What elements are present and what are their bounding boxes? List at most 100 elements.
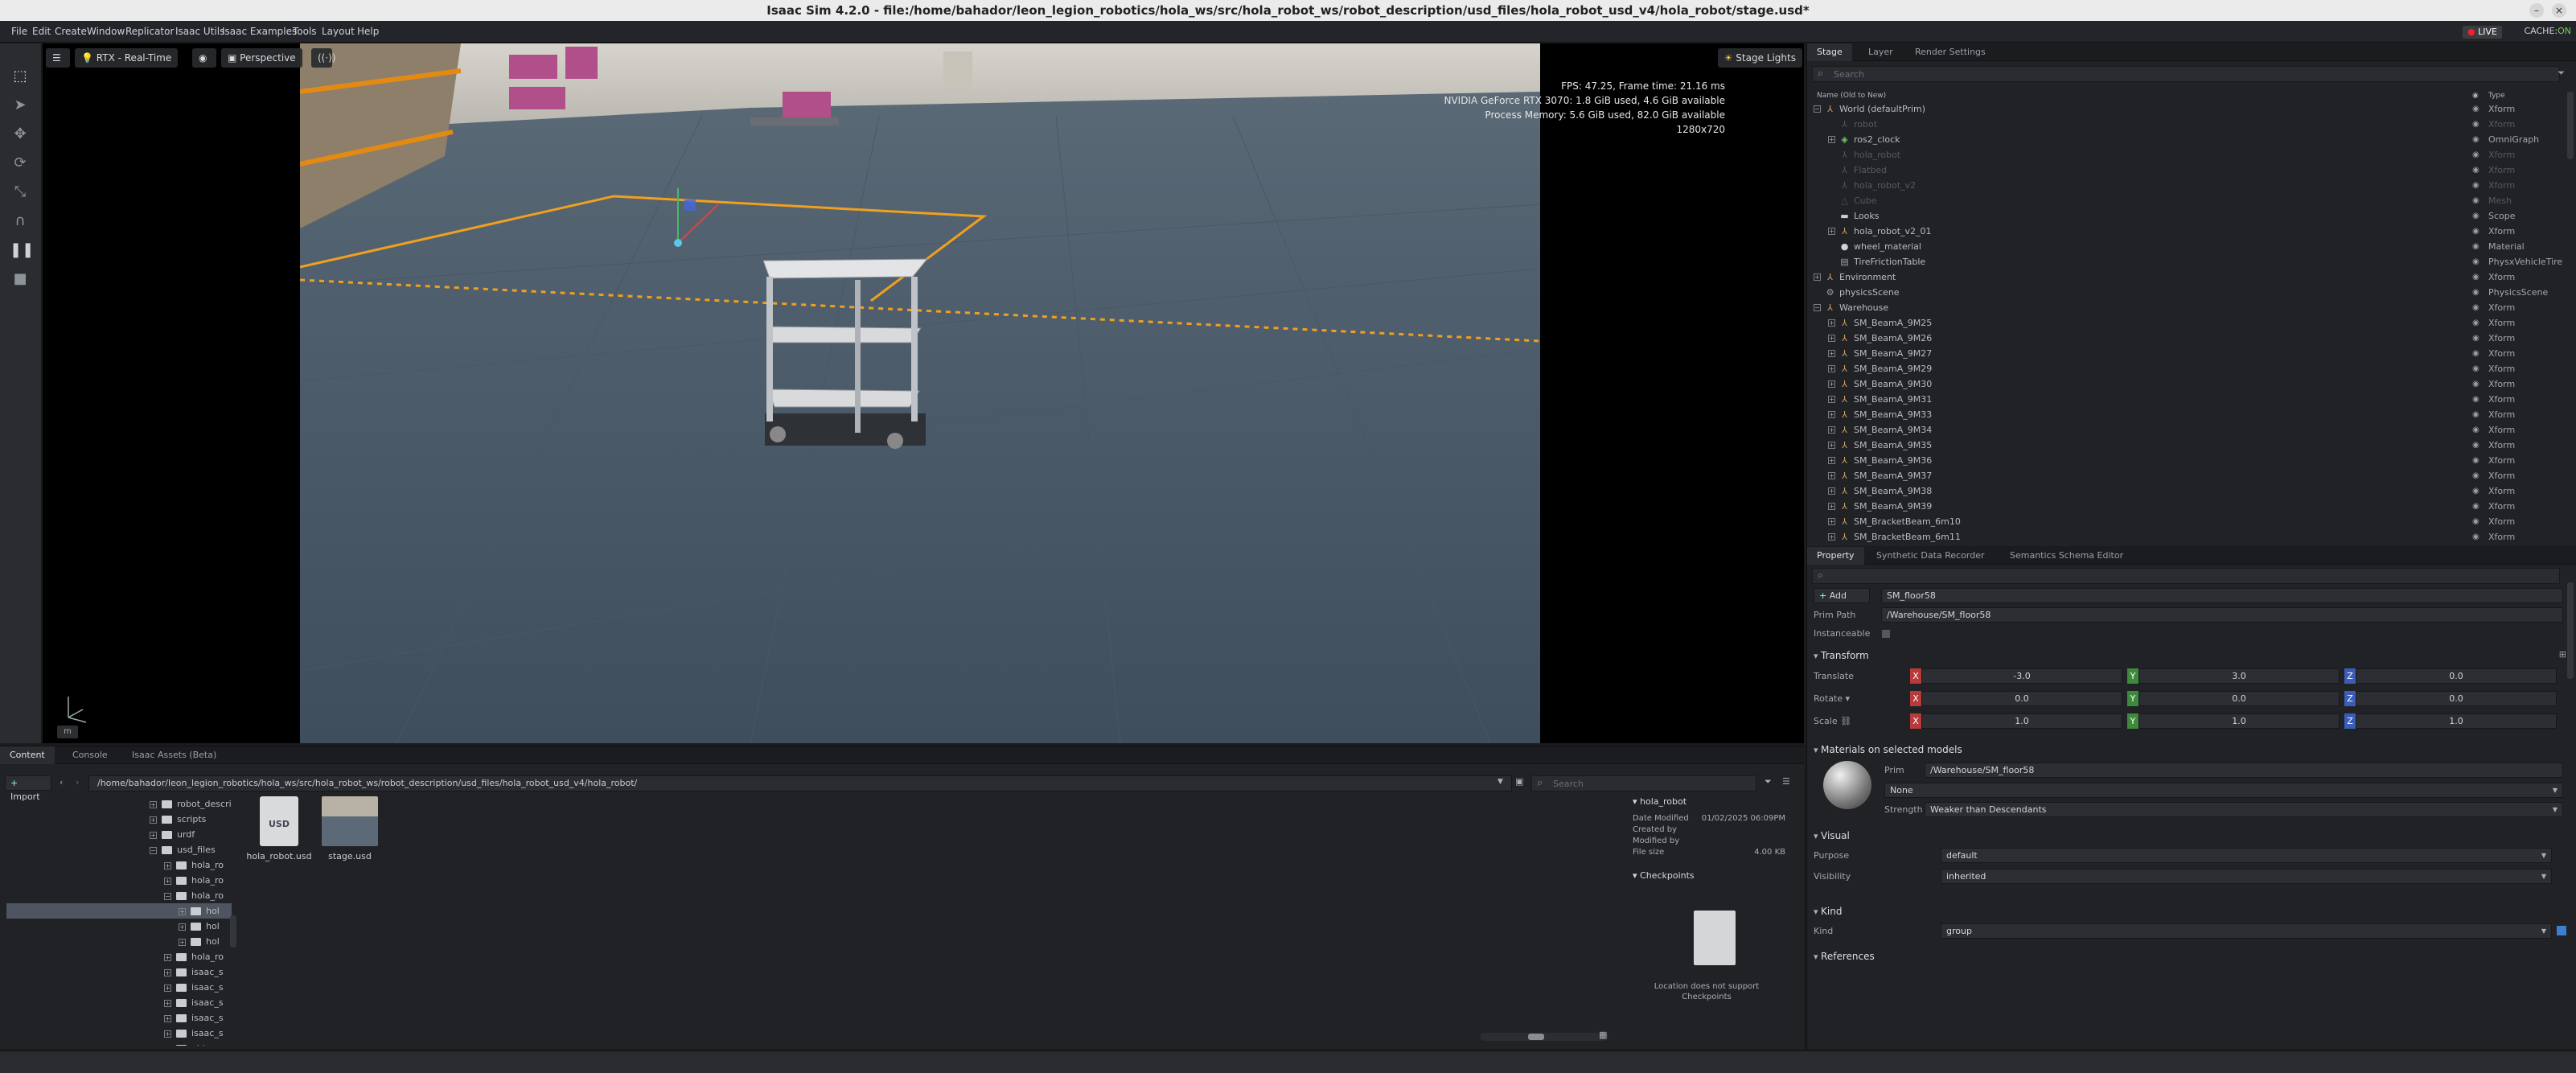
visibility-eye-icon[interactable]: ◉ bbox=[2472, 101, 2479, 117]
visibility-eye-icon[interactable]: ◉ bbox=[2472, 361, 2479, 376]
visibility-eye-icon[interactable]: ◉ bbox=[2472, 529, 2479, 542]
col-type[interactable]: Type bbox=[2488, 92, 2505, 100]
filter-icon[interactable]: ⏷ bbox=[2558, 68, 2565, 79]
stage-row[interactable]: − ⅄ World (defaultPrim) ◉ Xform bbox=[1807, 101, 2563, 117]
property-search-input[interactable]: ⌕ bbox=[1812, 568, 2560, 584]
expand-icon[interactable]: + bbox=[1828, 457, 1835, 464]
expand-icon[interactable]: + bbox=[1828, 380, 1835, 388]
stage-row[interactable]: ⅄ Flatbed ◉ Xform bbox=[1807, 162, 2563, 178]
translate-z-field[interactable]: 0.0 bbox=[2356, 668, 2557, 684]
kind-dropdown[interactable]: group bbox=[1941, 923, 2552, 939]
folder-tree-item[interactable]: + isaac_s bbox=[164, 1010, 224, 1026]
visibility-eye-icon[interactable]: ◉ bbox=[2472, 285, 2479, 300]
expand-icon[interactable]: + bbox=[164, 1014, 171, 1022]
folder-tree-item[interactable]: + robot_descri bbox=[150, 796, 232, 812]
translate-x-field[interactable]: -3.0 bbox=[1921, 668, 2122, 684]
link-icon[interactable]: ⛓ bbox=[1840, 716, 1851, 726]
expand-icon[interactable]: + bbox=[1828, 442, 1835, 449]
menu-layout[interactable]: Layout bbox=[322, 26, 355, 37]
move-tool-icon[interactable]: ✥ bbox=[10, 124, 31, 145]
snap-tool-icon[interactable]: ∩ bbox=[10, 211, 31, 232]
stage-row[interactable]: + ◈ ros2_clock ◉ OmniGraph bbox=[1807, 132, 2563, 147]
tab-console[interactable]: Console bbox=[63, 746, 117, 764]
visibility-eye-icon[interactable]: ◉ bbox=[2472, 346, 2479, 361]
expand-icon[interactable]: + bbox=[179, 938, 186, 946]
path-dropdown-icon[interactable]: ▼ bbox=[1498, 778, 1503, 786]
visibility-eye-icon[interactable]: ◉ bbox=[2472, 392, 2479, 407]
collapse-icon[interactable]: − bbox=[1814, 105, 1821, 113]
visual-section[interactable]: Visual bbox=[1814, 830, 1850, 841]
menu-help[interactable]: Help bbox=[357, 26, 379, 37]
expand-icon[interactable]: + bbox=[150, 831, 157, 839]
file-tile-hola-robot-usd[interactable]: USD hola_robot.usd bbox=[244, 796, 314, 861]
folder-tree-item[interactable]: +old_ver bbox=[164, 1041, 224, 1046]
visibility-eye-icon[interactable]: ◉ bbox=[2472, 254, 2479, 269]
stage-scrollbar[interactable] bbox=[2567, 92, 2574, 159]
collapse-icon[interactable]: − bbox=[164, 892, 171, 900]
live-button[interactable]: ● LIVE bbox=[2463, 26, 2502, 39]
kind-section[interactable]: Kind bbox=[1814, 906, 1842, 917]
folder-tree-item[interactable]: + isaac_s bbox=[164, 980, 224, 995]
expand-icon[interactable]: + bbox=[164, 999, 171, 1007]
expand-icon[interactable]: + bbox=[1828, 365, 1835, 372]
render-mode-button[interactable]: 💡 RTX - Real-Time bbox=[75, 48, 179, 68]
menu-isaac-utils[interactable]: Isaac Utils bbox=[175, 26, 224, 37]
stage-row[interactable]: ▤ TireFrictionTable ◉ PhysxVehicleTire bbox=[1807, 254, 2563, 269]
expand-icon[interactable]: + bbox=[164, 861, 171, 870]
stage-row[interactable]: + ⅄ SM_BeamA_9M39 ◉ Xform bbox=[1807, 499, 2563, 514]
stage-row[interactable]: + ⅄ SM_BracketBeam_6m11 ◉ Xform bbox=[1807, 529, 2563, 542]
expand-icon[interactable]: + bbox=[1828, 472, 1835, 479]
expand-icon[interactable]: + bbox=[179, 907, 186, 915]
stage-row[interactable]: + ⅄ SM_BeamA_9M38 ◉ Xform bbox=[1807, 483, 2563, 499]
folder-tree-item[interactable]: + isaac_s bbox=[164, 995, 224, 1010]
folder-tree-item[interactable]: + hol bbox=[179, 919, 220, 934]
visibility-eye-icon[interactable]: ◉ bbox=[2472, 117, 2479, 132]
minimize-button[interactable]: – bbox=[2529, 3, 2544, 18]
strength-dropdown[interactable]: Weaker than Descendants bbox=[1925, 802, 2563, 817]
purpose-dropdown[interactable]: default bbox=[1941, 848, 2552, 863]
expand-icon[interactable]: + bbox=[1828, 319, 1835, 327]
tab-semantics-schema-editor[interactable]: Semantics Schema Editor bbox=[2000, 547, 2133, 565]
stop-icon[interactable]: ■ bbox=[10, 269, 31, 290]
stage-tree[interactable]: − ⅄ World (defaultPrim) ◉ Xform ⅄ robot ◉ Xform +… bbox=[1807, 101, 2563, 542]
stage-row[interactable]: + ⅄ Environment ◉ Xform bbox=[1807, 269, 2563, 285]
forward-arrow-icon[interactable]: › bbox=[76, 777, 79, 787]
menu-create[interactable]: Create bbox=[55, 26, 87, 37]
stage-row[interactable]: + ⅄ SM_BeamA_9M25 ◉ Xform bbox=[1807, 315, 2563, 331]
menu-file[interactable]: File bbox=[11, 26, 27, 37]
expand-icon[interactable]: + bbox=[1828, 487, 1835, 495]
tab-content[interactable]: Content bbox=[0, 746, 55, 764]
folder-tree-item[interactable]: + isaac_s bbox=[164, 1026, 224, 1041]
stage-row[interactable]: ⚙ physicsScene ◉ PhysicsScene bbox=[1807, 285, 2563, 300]
stage-row[interactable]: △ Cube ◉ Mesh bbox=[1807, 193, 2563, 208]
folder-tree-item[interactable]: − usd_files bbox=[150, 842, 216, 857]
visibility-eye-icon[interactable]: ◉ bbox=[2472, 438, 2479, 453]
rotate-x-field[interactable]: 0.0 bbox=[1921, 691, 2122, 706]
scale-y-field[interactable]: 1.0 bbox=[2138, 713, 2340, 729]
stage-row[interactable]: + ⅄ SM_BeamA_9M31 ◉ Xform bbox=[1807, 392, 2563, 407]
menu-window[interactable]: Window bbox=[87, 26, 125, 37]
stage-row[interactable]: ● wheel_material ◉ Material bbox=[1807, 239, 2563, 254]
stage-row[interactable]: + ⅄ SM_BeamA_9M30 ◉ Xform bbox=[1807, 376, 2563, 392]
visibility-eye-icon[interactable]: ◉ bbox=[2472, 514, 2479, 529]
expand-icon[interactable]: + bbox=[1828, 533, 1835, 541]
visibility-eye-icon[interactable]: ◉ bbox=[2472, 331, 2479, 346]
rotate-y-field[interactable]: 0.0 bbox=[2138, 691, 2340, 706]
folder-tree-item[interactable]: + urdf bbox=[150, 827, 195, 842]
expand-icon[interactable]: + bbox=[1828, 228, 1835, 235]
tab-isaac-assets[interactable]: Isaac Assets (Beta) bbox=[122, 746, 226, 764]
scale-x-field[interactable]: 1.0 bbox=[1921, 713, 2122, 729]
visibility-eye-icon[interactable]: ◉ bbox=[2472, 315, 2479, 331]
visibility-eye-icon[interactable]: ◉ bbox=[2472, 300, 2479, 315]
stage-row[interactable]: + ⅄ SM_BeamA_9M34 ◉ Xform bbox=[1807, 422, 2563, 438]
folder-tree-item[interactable]: − hola_ro bbox=[164, 888, 224, 903]
visibility-eye-icon[interactable]: ◉ bbox=[2472, 483, 2479, 499]
menu-replicator[interactable]: Replicator bbox=[125, 26, 174, 37]
expand-icon[interactable]: + bbox=[1828, 411, 1835, 418]
menu-edit[interactable]: Edit bbox=[32, 26, 51, 37]
expand-icon[interactable]: + bbox=[164, 984, 171, 992]
visibility-eye-icon[interactable]: ◉ bbox=[2472, 407, 2479, 422]
visibility-eye-icon[interactable]: ◉ bbox=[2472, 376, 2479, 392]
expand-icon[interactable]: + bbox=[150, 816, 157, 824]
stage-row[interactable]: ⅄ hola_robot ◉ Xform bbox=[1807, 147, 2563, 162]
